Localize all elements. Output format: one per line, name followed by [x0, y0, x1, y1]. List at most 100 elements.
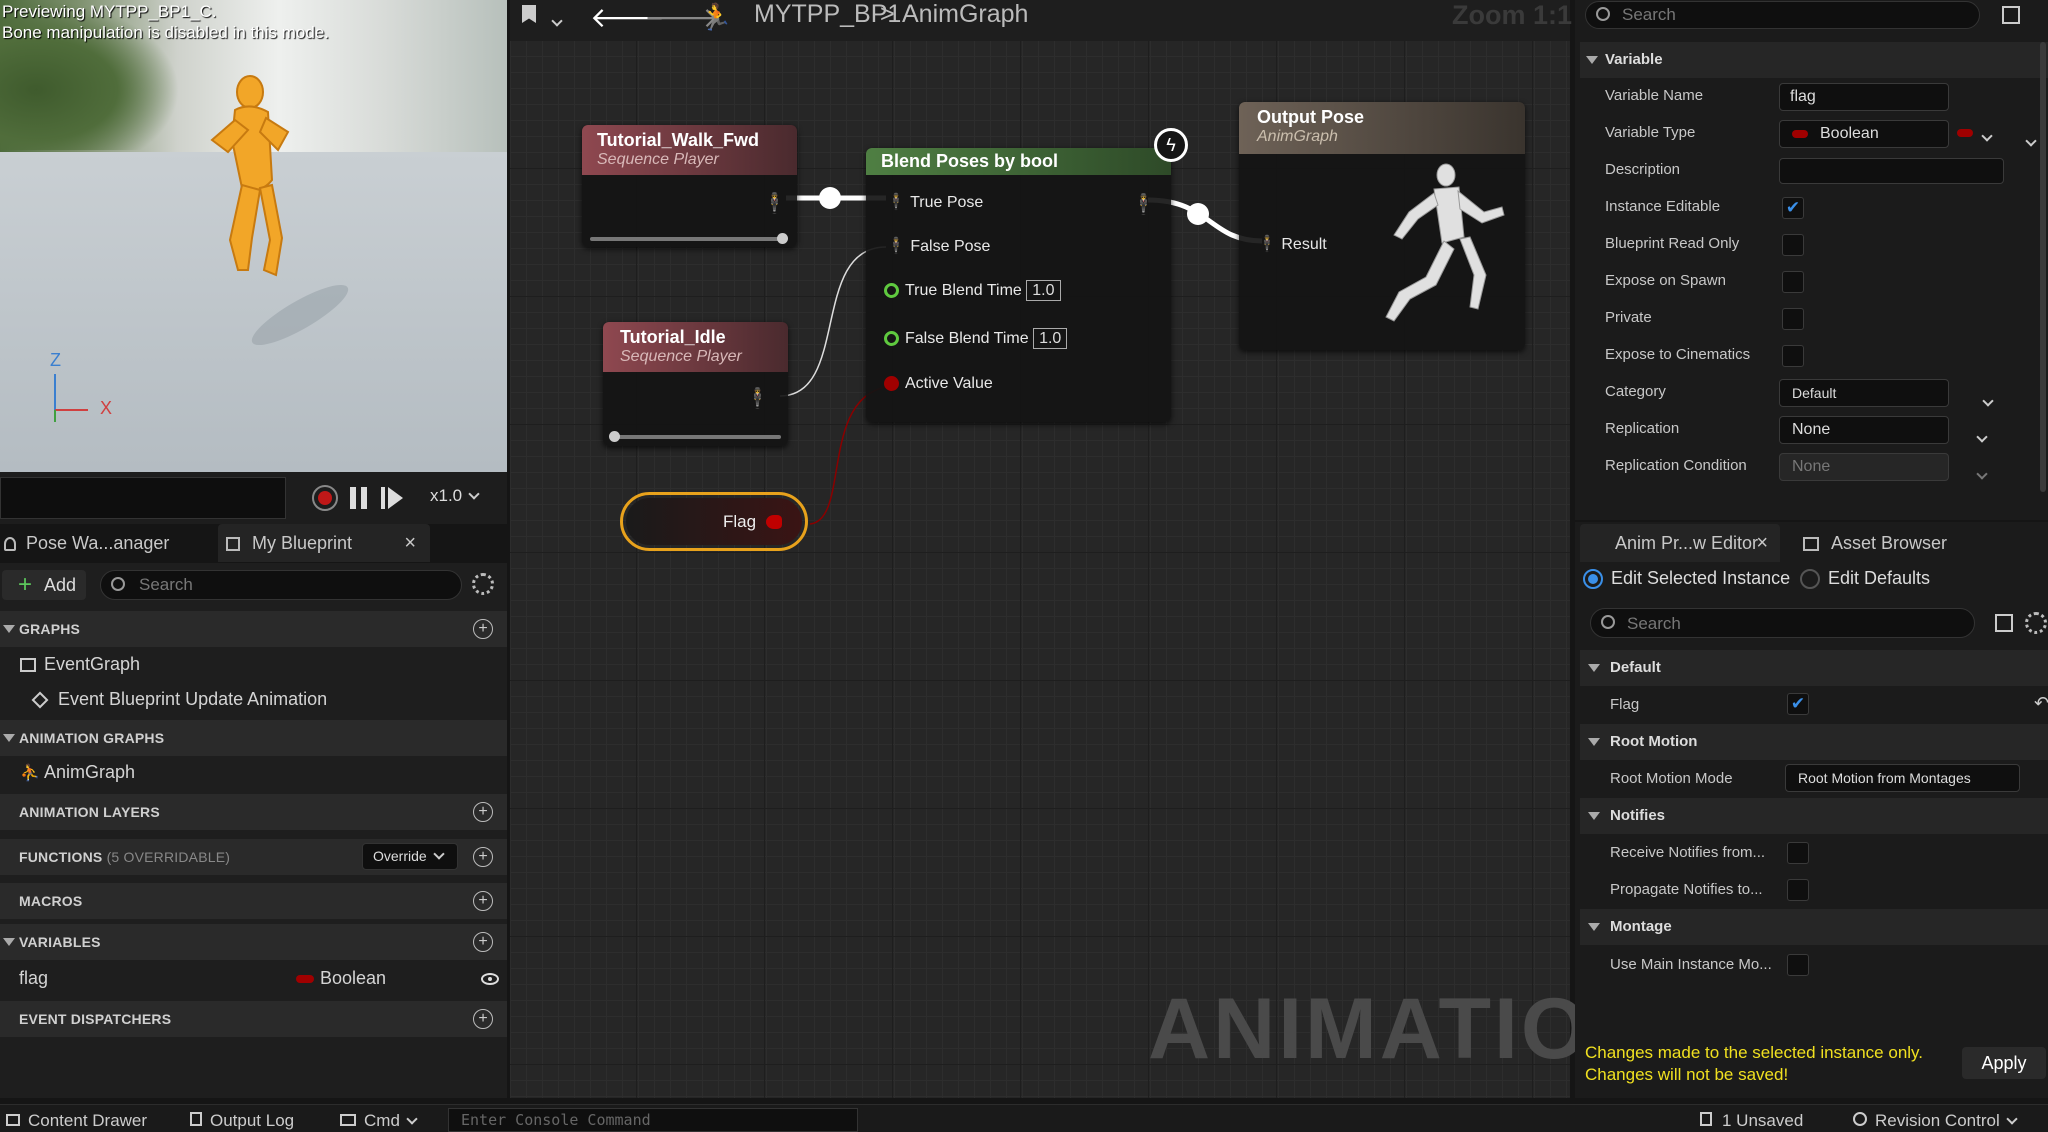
macros-section-header[interactable]: MACROS	[0, 883, 507, 919]
replication-dropdown[interactable]: None	[1779, 416, 1988, 444]
record-button[interactable]	[312, 485, 338, 511]
expose-on-spawn-checkbox[interactable]	[1782, 271, 1804, 293]
variable-row-flag[interactable]: flag Boolean	[0, 961, 507, 997]
true-blend-time-input[interactable]: 1.0	[1026, 280, 1061, 301]
add-graph-button[interactable]: +	[473, 619, 493, 639]
active-value-pin[interactable]: Active Value	[884, 375, 993, 393]
add-variable-button[interactable]: +	[473, 932, 493, 952]
event-dispatchers-section-header[interactable]: EVENT DISPATCHERS	[0, 1001, 507, 1037]
table-view-icon[interactable]	[2002, 6, 2020, 24]
description-input[interactable]	[1779, 158, 2004, 184]
console-command-input[interactable]: Enter Console Command	[448, 1108, 858, 1132]
functions-count: (5 OVERRIDABLE)	[106, 849, 231, 865]
slider-handle[interactable]	[609, 431, 620, 442]
settings-gear-icon[interactable]	[2025, 612, 2047, 634]
default-section-header[interactable]: Default	[1580, 650, 2048, 686]
override-dropdown[interactable]: Override	[362, 843, 458, 870]
node-tutorial-walk-fwd[interactable]: Tutorial_Walk_Fwd Sequence Player 🕴	[582, 125, 797, 247]
read-only-checkbox[interactable]	[1782, 234, 1804, 256]
table-view-icon[interactable]	[1995, 614, 2013, 632]
output-log-button[interactable]: Output Log	[190, 1111, 294, 1131]
category-dropdown[interactable]: Default	[1779, 379, 1995, 407]
reset-arrow-icon[interactable]: ↶	[2034, 693, 2048, 714]
use-main-instance-montage-checkbox[interactable]	[1787, 954, 1809, 976]
pose-output-pin-icon[interactable]: 🕴	[745, 386, 770, 411]
container-type-dropdown[interactable]	[1957, 127, 1993, 142]
playback-slider[interactable]	[590, 237, 785, 241]
add-layer-button[interactable]: +	[473, 802, 493, 822]
tree-item-anim-graph[interactable]: ⛹ AnimGraph	[20, 762, 135, 783]
content-drawer-button[interactable]: Content Drawer	[6, 1111, 147, 1131]
add-function-button[interactable]: +	[473, 847, 493, 867]
chevron-down-icon	[2006, 1113, 2018, 1125]
pose-output-pin-icon[interactable]: 🕴	[762, 191, 787, 216]
instance-editable-checkbox[interactable]: ✔	[1782, 197, 1804, 219]
cmd-dropdown[interactable]: Cmd	[340, 1111, 418, 1131]
playback-speed-dropdown[interactable]: x1.0	[430, 486, 480, 506]
apply-button[interactable]: Apply	[1962, 1047, 2046, 1079]
step-forward-button[interactable]	[381, 487, 405, 509]
animation-graphs-section-header[interactable]: ANIMATION GRAPHS	[0, 720, 507, 756]
flag-label: Flag	[1610, 696, 1640, 713]
edit-selected-instance-radio[interactable]: Edit Selected Instance	[1583, 568, 1790, 590]
animation-preview-viewport[interactable]: Previewing MYTPP_BP1_C. Bone manipulatio…	[0, 0, 507, 472]
settings-gear-icon[interactable]	[472, 573, 494, 595]
add-button[interactable]: + Add	[2, 570, 86, 600]
tab-pose-watch-manager[interactable]: Pose Wa...anager	[0, 524, 215, 562]
unsaved-indicator[interactable]: 1 Unsaved	[1700, 1111, 1803, 1131]
close-tab-button[interactable]: ×	[404, 524, 416, 562]
tab-my-blueprint[interactable]: My Blueprint ×	[218, 524, 430, 562]
false-blend-time-pin[interactable]: False Blend Time 1.0	[884, 328, 1068, 349]
eye-icon[interactable]	[481, 973, 499, 985]
details-scrollbar[interactable]	[2040, 42, 2046, 492]
node-blend-poses-by-bool[interactable]: Blend Poses by bool 🕴 True Pose 🕴 🕴 Fals…	[866, 148, 1171, 422]
result-pin[interactable]: 🕴 Result	[1257, 234, 1327, 254]
variable-name-input[interactable]: flag	[1779, 83, 1949, 111]
slider-handle[interactable]	[777, 233, 788, 244]
replication-condition-dropdown[interactable]: None	[1779, 453, 1988, 481]
true-pose-pin[interactable]: 🕴 True Pose	[886, 192, 983, 212]
node-tutorial-idle[interactable]: Tutorial_Idle Sequence Player 🕴	[603, 322, 788, 446]
expose-to-cinematics-checkbox[interactable]	[1782, 345, 1804, 367]
tree-item-event-update[interactable]: Event Blueprint Update Animation	[31, 689, 327, 710]
playback-slider[interactable]	[613, 435, 781, 439]
node-title: Blend Poses by bool	[881, 151, 1059, 171]
details-search-input[interactable]: Search	[1585, 1, 1980, 29]
false-pose-pin[interactable]: 🕴 False Pose	[886, 236, 990, 256]
propagate-notifies-checkbox[interactable]	[1787, 879, 1809, 901]
true-blend-time-pin[interactable]: True Blend Time 1.0	[884, 280, 1061, 301]
edit-defaults-radio[interactable]: Edit Defaults	[1800, 568, 1930, 590]
variable-section-header[interactable]: Variable	[1580, 42, 2048, 78]
playback-timeline[interactable]	[0, 477, 286, 519]
root-motion-section-header[interactable]: Root Motion	[1580, 724, 2048, 760]
node-output-pose[interactable]: Output Pose AnimGraph 🕴 Result	[1239, 102, 1525, 350]
close-tab-button[interactable]: ×	[1756, 524, 1768, 562]
anim-preview-search-input[interactable]: Search	[1590, 608, 1975, 638]
add-macro-button[interactable]: +	[473, 891, 493, 911]
graphs-section-header[interactable]: GRAPHS	[0, 611, 507, 647]
flag-checkbox[interactable]: ✔	[1787, 693, 1809, 715]
variables-section-header[interactable]: VARIABLES	[0, 924, 507, 960]
animation-layers-section-header[interactable]: ANIMATION LAYERS	[0, 794, 507, 830]
node-flag-getter[interactable]: Flag	[620, 492, 808, 551]
montage-section-header[interactable]: Montage	[1580, 909, 2048, 945]
tab-asset-browser[interactable]: Asset Browser	[1803, 524, 2003, 562]
pause-button[interactable]	[350, 487, 370, 509]
breadcrumb-graph[interactable]: AnimGraph	[902, 0, 1028, 29]
revision-control-dropdown[interactable]: Revision Control	[1853, 1111, 2018, 1131]
tree-item-event-graph[interactable]: EventGraph	[20, 654, 140, 675]
tab-anim-preview-editor[interactable]: Anim Pr...w Editor ×	[1580, 524, 1780, 562]
blueprint-search-input[interactable]: Search	[100, 570, 462, 600]
single-value-icon	[1957, 129, 1973, 137]
private-checkbox[interactable]	[1782, 308, 1804, 330]
variable-type-dropdown[interactable]: Boolean	[1779, 120, 2037, 148]
add-dispatcher-button[interactable]: +	[473, 1009, 493, 1029]
pose-output-pin-icon[interactable]: 🕴	[1131, 192, 1156, 217]
root-motion-mode-dropdown[interactable]: Root Motion from Montages	[1785, 764, 2020, 792]
receive-notifies-checkbox[interactable]	[1787, 842, 1809, 864]
notifies-section-header[interactable]: Notifies	[1580, 798, 2048, 834]
false-blend-time-input[interactable]: 1.0	[1033, 328, 1068, 349]
bool-pin-icon[interactable]	[766, 515, 782, 529]
chevron-down-icon	[468, 488, 480, 500]
node-title: Flag	[723, 512, 757, 531]
